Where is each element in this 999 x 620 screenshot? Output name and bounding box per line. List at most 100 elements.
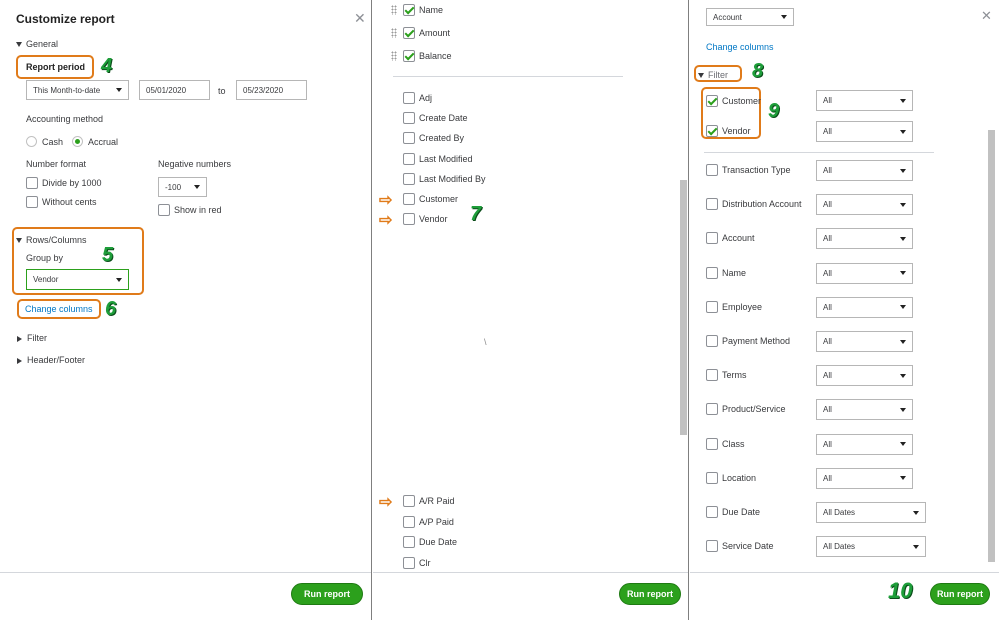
accounting-method-label: Accounting method [26,114,104,124]
column-checkbox[interactable] [403,27,415,39]
filter-checkbox[interactable] [706,266,718,279]
arrow-right-icon: ⇨ [379,212,393,229]
arrow-right-icon: ⇨ [379,494,393,511]
filter-checkbox[interactable] [706,437,718,450]
column-checkbox[interactable] [403,193,415,205]
filter-checkbox[interactable] [706,369,718,382]
filter-select-value: All Dates [823,508,856,517]
filter-checkbox[interactable] [706,335,718,347]
column-checkbox[interactable] [403,152,415,165]
change-columns-panel: Name Amount Balance Adj Create Date Created … [373,0,689,620]
filter-checkbox[interactable] [706,403,718,416]
filter-select[interactable]: All [816,365,913,387]
negative-select[interactable]: -100 [158,177,207,197]
filter-toggle[interactable]: Filter [17,333,47,343]
filter-checkbox[interactable] [706,471,718,484]
column-checkbox[interactable] [403,92,415,104]
column-checkbox[interactable] [403,50,415,62]
scrollbar-thumb[interactable] [988,130,995,562]
column-label: A/P Paid [419,516,454,527]
filter-select[interactable]: All [816,296,913,318]
filter-checkbox[interactable] [706,198,718,211]
header-footer-toggle[interactable]: Header/Footer [17,355,85,365]
change-columns-link[interactable]: Change columns [25,304,93,314]
filter-select[interactable]: All [816,399,913,421]
filter-select-value: All [823,439,832,449]
group-by-select[interactable]: Vendor [26,269,129,290]
account-select[interactable]: Account [706,8,794,26]
caret-down-icon [900,168,906,173]
filter-checkbox[interactable] [706,506,718,518]
period-select[interactable]: This Month-to-date [26,80,129,100]
group-by-value: Vendor [33,275,59,284]
date-from-input[interactable]: 05/01/2020 [139,80,210,100]
date-to-input[interactable]: 05/23/2020 [236,80,307,100]
filter-select[interactable]: All Dates [816,536,926,558]
customer-filter-select[interactable]: All [816,90,913,111]
filter-label: Account [722,233,755,244]
run-report-button[interactable]: Run report [619,583,681,605]
filter-select-value: All [823,405,832,415]
filter-panel: Account ✕ Change columns Filter 8 Custom… [690,0,999,620]
filter-checkbox[interactable] [706,232,718,245]
rows-columns-toggle[interactable]: Rows/Columns [16,235,87,245]
filter-select[interactable]: All [816,160,913,181]
filter-select[interactable]: All [816,331,913,352]
column-checkbox[interactable] [403,132,415,145]
column-label: Due Date [419,537,458,547]
customer-checkbox[interactable] [706,95,718,107]
filter-select-value: All Dates [823,542,856,552]
column-label: Customer [419,194,459,204]
filter-select-value: All [823,166,832,175]
filter-toggle[interactable]: Filter [698,70,728,80]
column-label: Clr [419,557,431,568]
filter-select[interactable]: All [816,228,913,250]
filter-select[interactable]: All Dates [816,502,926,523]
caret-down-icon [900,271,906,276]
negative-numbers-label: Negative numbers [158,159,232,169]
divide-1000-checkbox[interactable] [26,177,38,189]
close-icon[interactable]: ✕ [981,8,992,24]
run-report-button[interactable]: Run report [930,583,990,605]
filter-label: Name [722,267,747,278]
change-columns-link[interactable]: Change columns [706,42,774,52]
filter-select[interactable]: All [816,467,913,489]
general-section-toggle[interactable]: General [16,39,58,49]
drag-handle-icon[interactable] [391,5,397,15]
show-red-checkbox[interactable] [158,204,170,216]
filter-select[interactable]: All [816,194,913,216]
vendor-filter-select[interactable]: All [816,121,913,142]
column-checkbox[interactable] [403,536,415,548]
drag-handle-icon[interactable] [391,28,397,38]
cash-radio[interactable] [26,136,37,147]
filter-select-value: All [823,200,832,210]
column-checkbox[interactable] [403,495,415,507]
column-label: Last Modified [419,153,473,164]
column-checkbox[interactable] [403,213,415,226]
vendor-checkbox[interactable] [706,125,718,137]
column-checkbox[interactable] [403,112,415,125]
filter-select-value: All [823,337,832,346]
stray-mark: \ [484,337,487,347]
filter-label: Due Date [722,507,761,517]
column-label: Amount [419,28,451,38]
filter-select[interactable]: All [816,262,913,284]
column-checkbox[interactable] [403,4,415,16]
chevron-down-icon [16,238,22,244]
filter-checkbox[interactable] [706,540,718,553]
filter-checkbox[interactable] [706,164,718,176]
accrual-radio[interactable] [72,136,83,147]
column-checkbox[interactable] [403,515,415,528]
run-report-button[interactable]: Run report [291,583,363,605]
caret-down-icon [781,15,787,19]
scrollbar-thumb[interactable] [680,180,687,435]
arrow-right-icon: ⇨ [379,192,393,209]
filter-checkbox[interactable] [706,300,718,313]
without-cents-checkbox[interactable] [26,196,38,208]
column-checkbox[interactable] [403,172,415,185]
filter-select[interactable]: All [816,433,913,455]
step-10-badge: 10 [888,578,913,603]
column-checkbox[interactable] [403,556,415,569]
drag-handle-icon[interactable] [391,51,397,61]
close-icon[interactable]: ✕ [354,10,366,27]
